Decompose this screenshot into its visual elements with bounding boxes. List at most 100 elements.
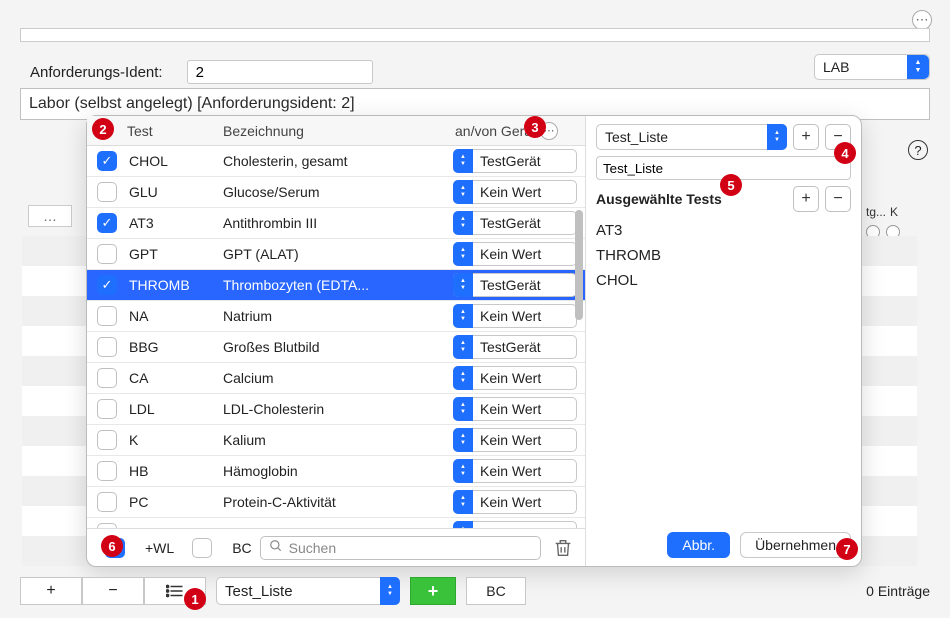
chevron-updown-icon: ▲▼ [453, 521, 473, 528]
bottom-add-button[interactable]: + [20, 577, 82, 605]
remove-test-button[interactable]: − [825, 186, 851, 212]
row-device-select[interactable]: ▲▼TestGerät [453, 273, 577, 297]
row-device-select[interactable]: ▲▼Kein Wert [453, 242, 577, 266]
table-row[interactable]: KKalium▲▼Kein Wert [87, 425, 585, 456]
ident-input[interactable] [187, 60, 373, 84]
row-name: Glucose/Serum [223, 184, 453, 200]
lab-select[interactable]: LAB ▲▼ [814, 54, 930, 80]
bottom-list-select[interactable]: Test_Liste ▲▼ [216, 577, 400, 605]
row-checkbox[interactable] [97, 461, 117, 481]
row-checkbox[interactable] [97, 430, 117, 450]
scroll-thumb[interactable] [575, 210, 583, 320]
table-row[interactable]: ✓AT3Antithrombin III▲▼TestGerät [87, 208, 585, 239]
row-device-select[interactable]: ▲▼Kein Wert [453, 428, 577, 452]
row-checkbox[interactable]: ✓ [97, 151, 117, 171]
list-item[interactable]: AT3 [596, 222, 851, 239]
search-input[interactable]: Suchen [260, 536, 541, 560]
row-device-select[interactable]: ▲▼TestGerät [453, 211, 577, 235]
row-device-select[interactable]: ▲▼Kein Wert [453, 180, 577, 204]
row-checkbox[interactable] [97, 306, 117, 326]
row-device-select[interactable]: ▲▼TestGerät [453, 335, 577, 359]
row-code: LDL [129, 401, 223, 417]
row-code: NA [129, 308, 223, 324]
row-device-value: Kein Wert [480, 370, 541, 386]
row-device-select[interactable]: ▲▼Kein Wert [453, 490, 577, 514]
chevron-updown-icon: ▲▼ [453, 459, 473, 483]
bc-label: BC [232, 540, 251, 556]
table-row[interactable]: GPTGPT (ALAT)▲▼Kein Wert [87, 239, 585, 270]
row-name: Natrium [223, 308, 453, 324]
table-row[interactable]: BBGGroßes Blutbild▲▼TestGerät [87, 332, 585, 363]
row-checkbox[interactable] [97, 399, 117, 419]
row-code: PC [129, 494, 223, 510]
row-checkbox[interactable]: ✓ [97, 275, 117, 295]
table-row[interactable]: LDLLDL-Cholesterin▲▼Kein Wert [87, 394, 585, 425]
row-code: CHOL [129, 153, 223, 169]
row-device-select[interactable]: ▲▼Kein Wert [453, 459, 577, 483]
table-row[interactable]: ✓THROMBThrombozyten (EDTA...▲▼TestGerät [87, 270, 585, 301]
ident-label: Anforderungs-Ident: [30, 64, 163, 81]
list-item[interactable]: CHOL [596, 272, 851, 289]
trash-button[interactable] [549, 534, 577, 562]
row-device-value: Kein Wert [480, 308, 541, 324]
row-code: BBG [129, 339, 223, 355]
add-list-button[interactable]: + [793, 124, 819, 150]
entry-count: 0 Einträge [866, 583, 930, 599]
lab-select-value: LAB [823, 59, 849, 75]
table-row[interactable]: GLUGlucose/Serum▲▼Kein Wert [87, 177, 585, 208]
chevron-updown-icon: ▲▼ [907, 55, 929, 79]
row-device-select[interactable]: ▲▼TestGerät [453, 149, 577, 173]
row-code: K [129, 432, 223, 448]
bottom-toolbar: + − Test_Liste ▲▼ + BC 0 Einträge [20, 576, 930, 606]
chevron-updown-icon: ▲▼ [453, 490, 473, 514]
col-header-bezeichnung[interactable]: Bezeichnung [223, 123, 455, 139]
chevron-updown-icon: ▲▼ [453, 211, 473, 235]
table-row[interactable]: PTTThromboplastinzeit, p...▲▼Kein Wert [87, 518, 585, 528]
help-icon[interactable]: ? [908, 140, 928, 160]
row-device-value: Kein Wert [480, 246, 541, 262]
scrollbar[interactable] [575, 150, 583, 440]
chevron-updown-icon: ▲▼ [453, 304, 473, 328]
bottom-remove-button[interactable]: − [82, 577, 144, 605]
row-name: Großes Blutbild [223, 339, 453, 355]
row-name: Antithrombin III [223, 215, 453, 231]
more-icon[interactable]: ⋯ [912, 10, 932, 30]
row-checkbox[interactable] [97, 337, 117, 357]
badge-3: 3 [524, 116, 546, 138]
table-row[interactable]: ✓CHOLCholesterin, gesamt▲▼TestGerät [87, 146, 585, 177]
bottom-list-select-value: Test_Liste [225, 583, 293, 600]
row-device-select[interactable]: ▲▼ Kein Wert [453, 304, 577, 328]
row-checkbox[interactable] [97, 244, 117, 264]
row-name: Thromboplastinzeit, p... [223, 525, 453, 528]
add-test-button[interactable]: + [793, 186, 819, 212]
row-device-value: TestGerät [480, 153, 541, 169]
row-device-value: Kein Wert [480, 401, 541, 417]
row-device-select[interactable]: ▲▼Kein Wert [453, 521, 577, 528]
chevron-updown-icon: ▲▼ [453, 366, 473, 390]
bg-more-button[interactable]: … [28, 205, 72, 227]
table-row[interactable]: PCProtein-C-Aktivität▲▼Kein Wert [87, 487, 585, 518]
apply-button[interactable]: Übernehmen [740, 532, 851, 558]
search-icon [269, 539, 283, 556]
row-checkbox[interactable] [97, 492, 117, 512]
row-checkbox[interactable] [97, 523, 117, 528]
table-row[interactable]: NANatrium▲▼ Kein Wert [87, 301, 585, 332]
row-code: GLU [129, 184, 223, 200]
labor-title: Labor (selbst angelegt) [Anforderungside… [29, 95, 921, 113]
row-checkbox[interactable] [97, 368, 117, 388]
bc-checkbox[interactable] [192, 538, 212, 558]
right-list-select[interactable]: Test_Liste ▲▼ [596, 124, 787, 150]
row-checkbox[interactable] [97, 182, 117, 202]
table-row[interactable]: CACalcium▲▼Kein Wert [87, 363, 585, 394]
bottom-bc-button[interactable]: BC [466, 577, 526, 605]
dialog-table-header: Test Bezeichnung an/von Gerät ⋯ [87, 116, 585, 146]
row-device-select[interactable]: ▲▼Kein Wert [453, 397, 577, 421]
selected-tests-list: AT3 THROMB CHOL [596, 218, 851, 520]
list-item[interactable]: THROMB [596, 247, 851, 264]
row-checkbox[interactable]: ✓ [97, 213, 117, 233]
bottom-add-green-button[interactable]: + [410, 577, 456, 605]
test-picker-dialog: Test Bezeichnung an/von Gerät ⋯ ✓CHOLCho… [86, 115, 862, 567]
table-row[interactable]: HBHämoglobin▲▼Kein Wert [87, 456, 585, 487]
cancel-button[interactable]: Abbr. [667, 532, 730, 558]
row-device-select[interactable]: ▲▼ Kein Wert [453, 366, 577, 390]
